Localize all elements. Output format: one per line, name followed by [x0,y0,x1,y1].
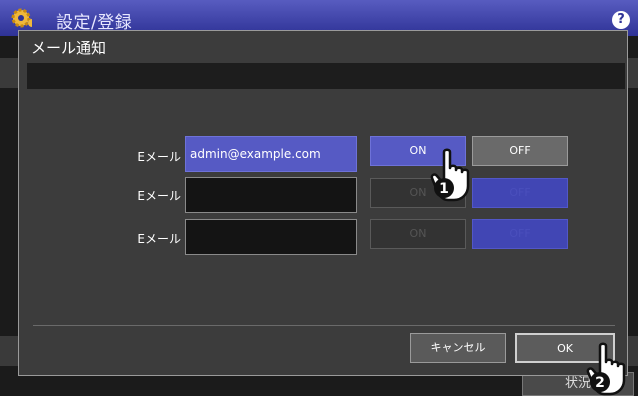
email-label: Eメール [137,232,181,246]
hand-pointer-icon: 1 [430,148,470,202]
dialog-divider [33,325,615,326]
hand-pointer-icon: 2 [586,342,626,396]
dialog-title: メール通知 [31,39,107,57]
dialog-message-bar [27,63,625,89]
off-button[interactable]: OFF [472,178,568,208]
email-label: Eメール [137,189,181,203]
cancel-button[interactable]: キャンセル [410,333,506,363]
email-field[interactable] [185,219,357,255]
email-field[interactable] [185,177,357,213]
callout-number: 2 [595,375,605,391]
email-label: Eメール [137,150,181,164]
callout-number: 1 [439,181,449,197]
on-button[interactable]: ON [370,219,466,249]
gear-icon [11,8,32,28]
off-button[interactable]: OFF [472,136,568,166]
email-notification-dialog: メール通知 Eメール admin@example.com ON OFF Eメール… [18,30,628,376]
email-field[interactable]: admin@example.com [185,136,357,172]
off-button[interactable]: OFF [472,219,568,249]
help-icon[interactable]: ? [612,11,630,29]
